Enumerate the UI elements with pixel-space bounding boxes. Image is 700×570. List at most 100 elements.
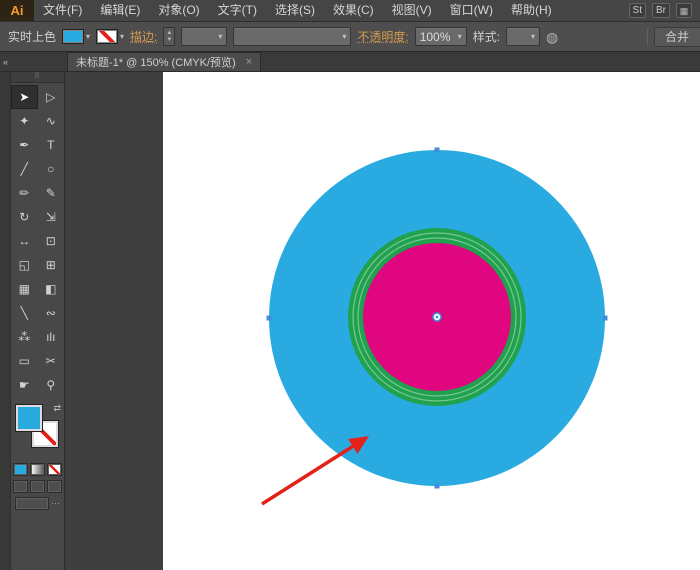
panel-badges: St Br ▦ <box>628 0 700 21</box>
document-title: 未标题-1* @ 150% (CMYK/预览) <box>76 57 236 69</box>
direct-selection-tool[interactable]: ▷ <box>38 85 65 109</box>
collapse-panels-icon[interactable]: « <box>0 57 11 67</box>
blend-tool[interactable]: ∾ <box>38 301 65 325</box>
screen-mode-row: ⋯ <box>11 497 64 510</box>
shape-builder-tool[interactable]: ◱ <box>11 253 38 277</box>
menu-item[interactable]: 帮助(H) <box>502 0 561 21</box>
line-tool[interactable]: ╱ <box>11 157 38 181</box>
opacity-select[interactable]: 100% ▾ <box>414 27 467 46</box>
width-tool[interactable]: ↔ <box>11 229 38 253</box>
magic-wand-tool[interactable]: ✦ <box>11 109 38 133</box>
merge-button[interactable]: 合并 <box>653 26 700 47</box>
more-options-icon[interactable]: ⋯ <box>51 497 60 510</box>
lasso-tool[interactable]: ∿ <box>38 109 65 133</box>
draw-inside-button[interactable] <box>47 480 62 493</box>
tools-panel-grip[interactable]: ⠿ <box>11 72 64 83</box>
artwork-svg <box>261 147 608 506</box>
chevron-down-icon: ▾ <box>120 32 125 41</box>
tools-grid: ➤ ▷ ✦ ∿ ✒ T ╱ ○ ✏ ✎ ↻ ⇲ ↔ ⊡ ◱ ⊞ ▦ ◧ ╲ ∾ ⁂ ılı ▭ ✂ ☛ ⚲ <box>11 83 64 397</box>
menu-item[interactable]: 选择(S) <box>266 0 324 21</box>
anchor-point[interactable] <box>266 315 272 321</box>
fill-color-swatch[interactable] <box>62 29 85 44</box>
zoom-tool[interactable]: ⚲ <box>38 373 65 397</box>
free-transform-tool[interactable]: ⊡ <box>38 229 65 253</box>
menu-bar: Ai 文件(F) 编辑(E) 对象(O) 文字(T) 选择(S) 效果(C) 视图(V) 窗口… <box>0 0 700 22</box>
gradient-tool[interactable]: ◧ <box>38 277 65 301</box>
draw-behind-button[interactable] <box>30 480 45 493</box>
chevron-down-icon: ▾ <box>86 32 91 41</box>
type-tool[interactable]: T <box>38 133 65 157</box>
stroke-label[interactable]: 描边: <box>130 28 157 45</box>
eyedropper-tool[interactable]: ╲ <box>11 301 38 325</box>
document-tab[interactable]: 未标题-1* @ 150% (CMYK/预览) × <box>67 52 262 71</box>
brush-definition-select[interactable]: ▾ <box>233 27 352 46</box>
tools-panel: ⠿ ➤ ▷ ✦ ∿ ✒ T ╱ ○ ✏ ✎ ↻ ⇲ ↔ ⊡ ◱ ⊞ ▦ ◧ ╲ ∾ ⁂ ılı ▭ ✂ ☛ ⚲ ⇄ ⋯ <box>11 72 65 570</box>
divider <box>646 27 648 46</box>
mesh-tool[interactable]: ▦ <box>11 277 38 301</box>
stepper-down-icon[interactable]: ▼ <box>166 37 172 43</box>
mode-label: 实时上色 <box>8 30 57 44</box>
chevron-down-icon: ▾ <box>531 32 536 41</box>
style-select[interactable]: ▾ <box>506 27 541 46</box>
tab-bar: « 未标题-1* @ 150% (CMYK/预览) × <box>0 52 700 72</box>
anchor-point[interactable] <box>434 483 440 489</box>
anchor-point[interactable] <box>434 147 440 153</box>
fill-stroke-control: ⇄ <box>11 403 64 459</box>
none-button[interactable] <box>47 463 62 476</box>
symbol-sprayer-tool[interactable]: ⁂ <box>11 325 38 349</box>
menu-item[interactable]: 文字(T) <box>209 0 266 21</box>
stroke-color-swatch[interactable] <box>96 29 119 44</box>
panel-badge-st[interactable]: St <box>628 3 646 18</box>
screen-mode-button[interactable] <box>15 497 49 510</box>
selection-tool[interactable]: ➤ <box>11 85 38 109</box>
annotation-arrow <box>261 436 369 506</box>
fill-color-control[interactable]: ▾ <box>62 29 90 44</box>
hand-tool[interactable]: ☛ <box>11 373 38 397</box>
menu-item[interactable]: 文件(F) <box>34 0 91 21</box>
color-mode-row <box>11 463 64 476</box>
stroke-color-control[interactable]: ▾ <box>96 29 124 44</box>
column-graph-tool[interactable]: ılı <box>38 325 65 349</box>
illustrator-window: Ai 文件(F) 编辑(E) 对象(O) 文字(T) 选择(S) 效果(C) 视图(V) 窗口… <box>0 0 700 570</box>
panel-dock-strip <box>0 72 11 570</box>
scale-tool[interactable]: ⇲ <box>38 205 65 229</box>
gradient-button[interactable] <box>30 463 45 476</box>
ellipse-tool[interactable]: ○ <box>38 157 65 181</box>
stepper-up-icon[interactable]: ▲ <box>166 30 172 36</box>
opacity-label[interactable]: 不透明度: <box>357 28 408 45</box>
chevron-down-icon: ▾ <box>218 32 223 41</box>
draw-normal-button[interactable] <box>13 480 28 493</box>
stroke-width-stepper[interactable]: ▲ ▼ <box>163 27 176 46</box>
app-logo: Ai <box>0 0 34 21</box>
menu-list: 文件(F) 编辑(E) 对象(O) 文字(T) 选择(S) 效果(C) 视图(V) 窗口(W)… <box>34 0 561 21</box>
rotate-tool[interactable]: ↻ <box>11 205 38 229</box>
draw-mode-row <box>11 480 64 493</box>
opacity-value: 100% <box>419 29 451 44</box>
artboard-canvas[interactable] <box>163 72 700 570</box>
center-dot <box>435 315 439 319</box>
fill-swatch[interactable] <box>15 404 43 432</box>
paintbrush-tool[interactable]: ✏ <box>11 181 38 205</box>
chevron-down-icon: ▾ <box>457 32 462 41</box>
artboard-tool[interactable]: ▭ <box>11 349 38 373</box>
close-tab-icon[interactable]: × <box>246 56 252 68</box>
workspace-switcher-icon[interactable]: ▦ <box>676 3 692 18</box>
stroke-width-select[interactable]: ▾ <box>181 27 228 46</box>
menu-item[interactable]: 效果(C) <box>324 0 383 21</box>
slice-tool[interactable]: ✂ <box>38 349 65 373</box>
menu-item[interactable]: 窗口(W) <box>441 0 502 21</box>
style-label: 样式: <box>472 30 501 44</box>
pen-tool[interactable]: ✒ <box>11 133 38 157</box>
panel-badge-br[interactable]: Br <box>652 3 670 18</box>
pencil-tool[interactable]: ✎ <box>38 181 65 205</box>
menu-item[interactable]: 视图(V) <box>383 0 441 21</box>
recolor-artwork-icon[interactable]: ◍ <box>546 30 558 44</box>
perspective-grid-tool[interactable]: ⊞ <box>38 253 65 277</box>
menu-item[interactable]: 编辑(E) <box>91 0 149 21</box>
color-button[interactable] <box>13 463 28 476</box>
anchor-point[interactable] <box>602 315 608 321</box>
chevron-down-icon: ▾ <box>342 32 347 41</box>
swap-fill-stroke-icon[interactable]: ⇄ <box>53 403 61 414</box>
menu-item[interactable]: 对象(O) <box>149 0 208 21</box>
control-bar: 实时上色 ▾ ▾ 描边: ▲ ▼ ▾ ▾ 不透明度: 100% ▾ 样式: ▾ … <box>0 22 700 52</box>
